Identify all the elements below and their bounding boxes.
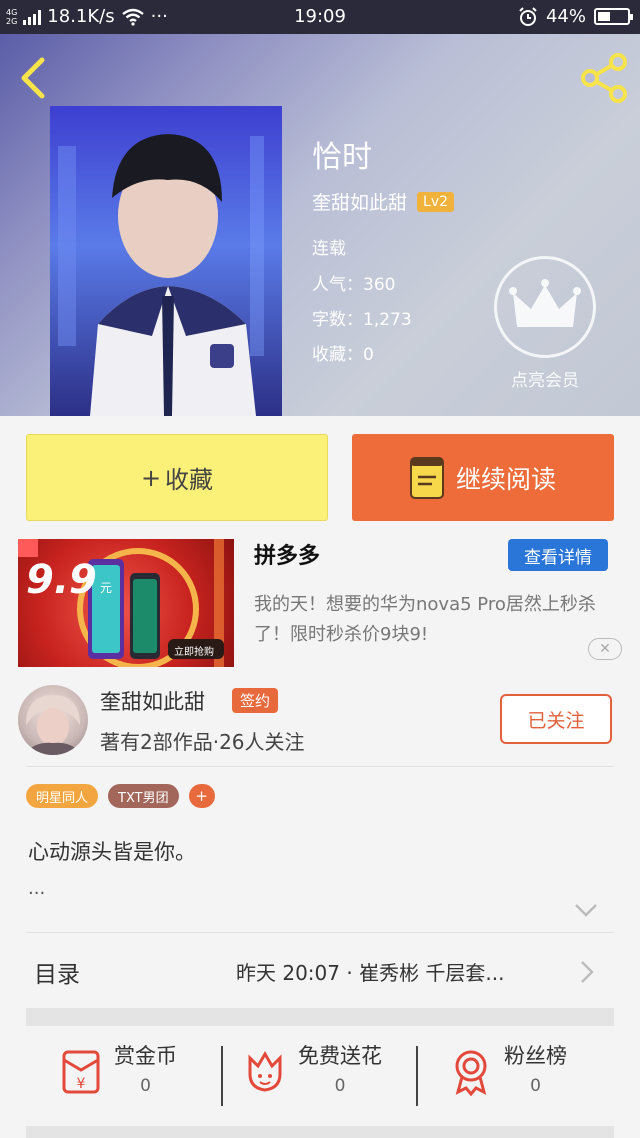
- intro-ellipsis: ...: [28, 878, 46, 899]
- latest-chapter[interactable]: 昨天 20:07 · 崔秀彬 千层套...: [236, 957, 505, 986]
- divider: [416, 1046, 418, 1106]
- flower-icon: [248, 1051, 282, 1092]
- book-header: 恰时 奎甜如此甜 Lv2 连载 人气：360 字数：1,273 收藏：0 点亮会…: [0, 34, 640, 416]
- collect-button[interactable]: + 收藏: [26, 434, 328, 521]
- free-flower-button[interactable]: 免费送花 0: [240, 1040, 382, 1104]
- divider: [26, 766, 614, 767]
- book-cover[interactable]: [50, 106, 282, 416]
- follow-button[interactable]: 已关注: [500, 694, 612, 744]
- ad-price-unit: 元: [100, 581, 113, 595]
- serial-status: 连载: [312, 239, 346, 259]
- divider: [221, 1046, 223, 1106]
- battery-icon: [594, 8, 633, 25]
- fan-ranking-button[interactable]: 粉丝榜 0: [446, 1040, 567, 1104]
- author-name[interactable]: 奎甜如此甜: [312, 188, 407, 215]
- ad-text[interactable]: 我的天！想要的华为nova5 Pro居然上秒杀了！限时秒杀价9块9!: [254, 590, 626, 650]
- level-badge: Lv2: [417, 191, 455, 212]
- collect-label: 收藏: [165, 466, 214, 494]
- popularity: 人气：360: [312, 275, 396, 295]
- ad-price: 9.9: [26, 557, 97, 603]
- battery-fill: [598, 12, 610, 21]
- alarm-icon: [519, 6, 537, 26]
- author-row[interactable]: 奎甜如此甜 Lv2: [312, 188, 455, 215]
- stat-count: 0: [530, 1076, 541, 1096]
- plus-icon: +: [140, 463, 162, 492]
- ad-image[interactable]: 9.9 元 立即抢购: [18, 539, 234, 667]
- author-avatar[interactable]: [18, 685, 88, 755]
- author-stats: 著有2部作品·26人关注: [100, 730, 305, 754]
- ad-close-icon[interactable]: ✕: [588, 638, 622, 660]
- section-separator: [26, 1126, 614, 1138]
- medal-icon: [455, 1050, 487, 1096]
- continue-reading-button[interactable]: 继续阅读: [352, 434, 614, 521]
- red-envelope-icon: ¥: [62, 1050, 100, 1094]
- word-count: 字数：1,273: [312, 310, 412, 330]
- ad-buy-button[interactable]: 立即抢购: [174, 643, 214, 658]
- svg-text:¥: ¥: [77, 1076, 86, 1092]
- catalog-label[interactable]: 目录: [34, 955, 80, 989]
- back-arrow-icon[interactable]: [14, 56, 54, 100]
- crown-icon: [509, 279, 581, 327]
- section-separator: [26, 1008, 614, 1026]
- book-icon: [409, 456, 444, 499]
- stat-label: 免费送花: [298, 1044, 382, 1068]
- tag-txt[interactable]: TXT男团: [108, 784, 179, 808]
- battery-percent: 44%: [545, 6, 586, 27]
- read-label: 继续阅读: [455, 464, 556, 494]
- reward-coins-button[interactable]: ¥ 赏金币 0: [56, 1040, 177, 1104]
- share-icon[interactable]: [576, 50, 632, 106]
- stat-count: 0: [140, 1076, 151, 1096]
- add-tag-button[interactable]: +: [188, 784, 215, 808]
- tag-idol-fanfic[interactable]: 明星同人: [26, 784, 99, 808]
- stat-label: 赏金币: [114, 1044, 177, 1068]
- stat-label: 粉丝榜: [504, 1044, 567, 1068]
- avatar-graphic: [24, 695, 82, 755]
- cover-portrait: [58, 134, 264, 416]
- member-crown-button[interactable]: [494, 256, 596, 358]
- author-name-link[interactable]: 奎甜如此甜: [100, 686, 205, 716]
- stat-count: 0: [334, 1076, 346, 1096]
- ad-detail-button[interactable]: 查看详情: [508, 539, 608, 571]
- ad-brand: 拼多多: [254, 544, 321, 569]
- book-title: 恰时: [312, 140, 372, 175]
- signed-badge: 签约: [232, 688, 279, 713]
- tag-list: 明星同人 TXT男团 +: [26, 784, 215, 808]
- chevron-right-icon[interactable]: [580, 960, 594, 984]
- book-intro: 心动源头皆是你。: [28, 840, 196, 864]
- favorite-count: 收藏：0: [312, 345, 374, 365]
- member-label[interactable]: 点亮会员: [480, 366, 610, 391]
- divider: [26, 932, 614, 933]
- status-bar: 4G 2G 18.1K/s ··· 19:09 44%: [0, 0, 640, 34]
- chevron-down-icon[interactable]: [574, 902, 598, 918]
